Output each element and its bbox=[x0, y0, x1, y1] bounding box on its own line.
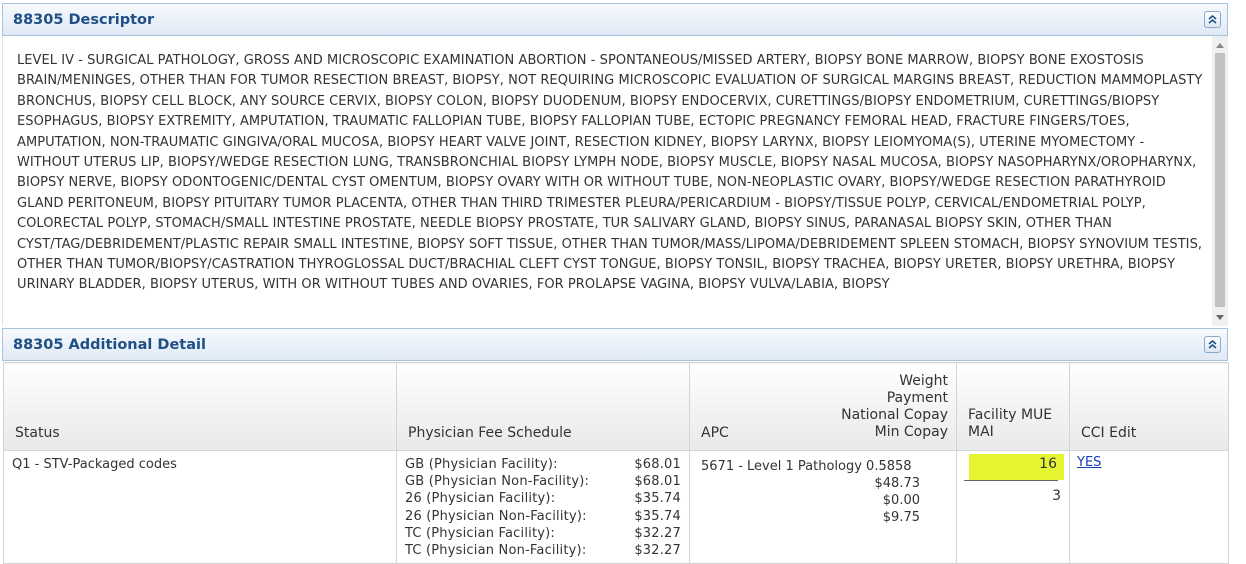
divider bbox=[964, 480, 1058, 481]
additional-detail-panel-header: 88305 Additional Detail bbox=[2, 328, 1228, 361]
fee-row: GB (Physician Facility): $68.01 bbox=[397, 456, 689, 473]
apc-payment: $48.73 bbox=[874, 476, 921, 491]
additional-detail-panel-title: 88305 Additional Detail bbox=[13, 337, 206, 353]
facility-mue-cell: 16 3 bbox=[956, 450, 1070, 564]
double-chevron-up-icon bbox=[1208, 339, 1217, 349]
fee-row: TC (Physician Facility): $32.27 bbox=[397, 525, 689, 542]
mai-value: 3 bbox=[1052, 488, 1061, 504]
apc-national-copay: $0.00 bbox=[882, 493, 920, 508]
descriptor-scrollbar[interactable] bbox=[1212, 36, 1228, 326]
fee-label: 26 (Physician Non-Facility): bbox=[405, 508, 587, 524]
national-copay-header: National Copay bbox=[841, 407, 948, 423]
fee-label: GB (Physician Non-Facility): bbox=[405, 474, 590, 490]
status-value: Q1 - STV-Packaged codes bbox=[12, 457, 177, 472]
facility-mue-value: 16 bbox=[969, 454, 1064, 480]
facility-mue-column-header: Facility MUE MAI bbox=[956, 362, 1070, 451]
scroll-down-arrow-icon[interactable] bbox=[1212, 310, 1228, 324]
fee-amount: $35.74 bbox=[634, 491, 681, 507]
apc-cell: 5671 - Level 1 Pathology 0.5858 $48.73 $… bbox=[689, 450, 957, 564]
double-chevron-up-icon bbox=[1208, 14, 1217, 24]
weight-header: Weight bbox=[899, 373, 948, 389]
fee-label: TC (Physician Non-Facility): bbox=[405, 543, 587, 559]
descriptor-panel-header: 88305 Descriptor bbox=[2, 3, 1228, 36]
fee-amount: $32.27 bbox=[634, 543, 681, 559]
apc-line: 5671 - Level 1 Pathology 0.5858 bbox=[701, 459, 912, 474]
min-copay-header: Min Copay bbox=[874, 424, 948, 440]
cci-edit-link[interactable]: YES bbox=[1077, 455, 1101, 470]
fee-row: 26 (Physician Non-Facility): $35.74 bbox=[397, 508, 689, 525]
mai-header: MAI bbox=[968, 424, 994, 440]
fee-row: 26 (Physician Facility): $35.74 bbox=[397, 490, 689, 507]
collapse-additional-detail-button[interactable] bbox=[1204, 336, 1221, 353]
apc-header-right-labels: Weight Payment National Copay Min Copay bbox=[841, 373, 948, 441]
facility-mue-header: Facility MUE bbox=[968, 407, 1053, 423]
fee-label: TC (Physician Facility): bbox=[405, 525, 555, 541]
fee-schedule-column-header: Physician Fee Schedule bbox=[396, 362, 690, 451]
descriptor-panel-title: 88305 Descriptor bbox=[13, 12, 155, 28]
table-row: Q1 - STV-Packaged codes GB (Physician Fa… bbox=[3, 450, 1229, 564]
additional-detail-table: Status Physician Fee Schedule APC Weight… bbox=[3, 362, 1229, 564]
fee-amount: $35.74 bbox=[634, 508, 681, 524]
payment-header: Payment bbox=[886, 390, 948, 406]
fee-schedule-cell: GB (Physician Facility): $68.01 GB (Physi… bbox=[396, 450, 690, 564]
fee-row: TC (Physician Non-Facility): $32.27 bbox=[397, 542, 689, 559]
fee-label: GB (Physician Facility): bbox=[405, 457, 558, 472]
status-cell: Q1 - STV-Packaged codes bbox=[3, 450, 397, 564]
descriptor-text: LEVEL IV - SURGICAL PATHOLOGY, GROSS AND… bbox=[17, 53, 1203, 293]
fee-label: 26 (Physician Facility): bbox=[405, 491, 556, 507]
scrollbar-thumb[interactable] bbox=[1215, 53, 1225, 307]
apc-header-label: APC bbox=[701, 425, 729, 441]
descriptor-body: LEVEL IV - SURGICAL PATHOLOGY, GROSS AND… bbox=[2, 36, 1228, 326]
apc-min-copay: $9.75 bbox=[882, 510, 920, 525]
cci-edit-cell: YES bbox=[1069, 450, 1229, 564]
apc-column-header: APC Weight Payment National Copay Min Co… bbox=[689, 362, 957, 451]
fee-row: GB (Physician Non-Facility): $68.01 bbox=[397, 473, 689, 490]
scroll-up-arrow-icon[interactable] bbox=[1212, 38, 1228, 52]
collapse-descriptor-button[interactable] bbox=[1204, 11, 1221, 28]
table-header-row: Status Physician Fee Schedule APC Weight… bbox=[3, 362, 1229, 451]
status-column-header: Status bbox=[3, 362, 397, 451]
fee-amount: $32.27 bbox=[634, 525, 681, 541]
cci-edit-column-header: CCI Edit bbox=[1069, 362, 1229, 451]
fee-amount: $68.01 bbox=[634, 457, 681, 472]
fee-amount: $68.01 bbox=[634, 474, 681, 490]
